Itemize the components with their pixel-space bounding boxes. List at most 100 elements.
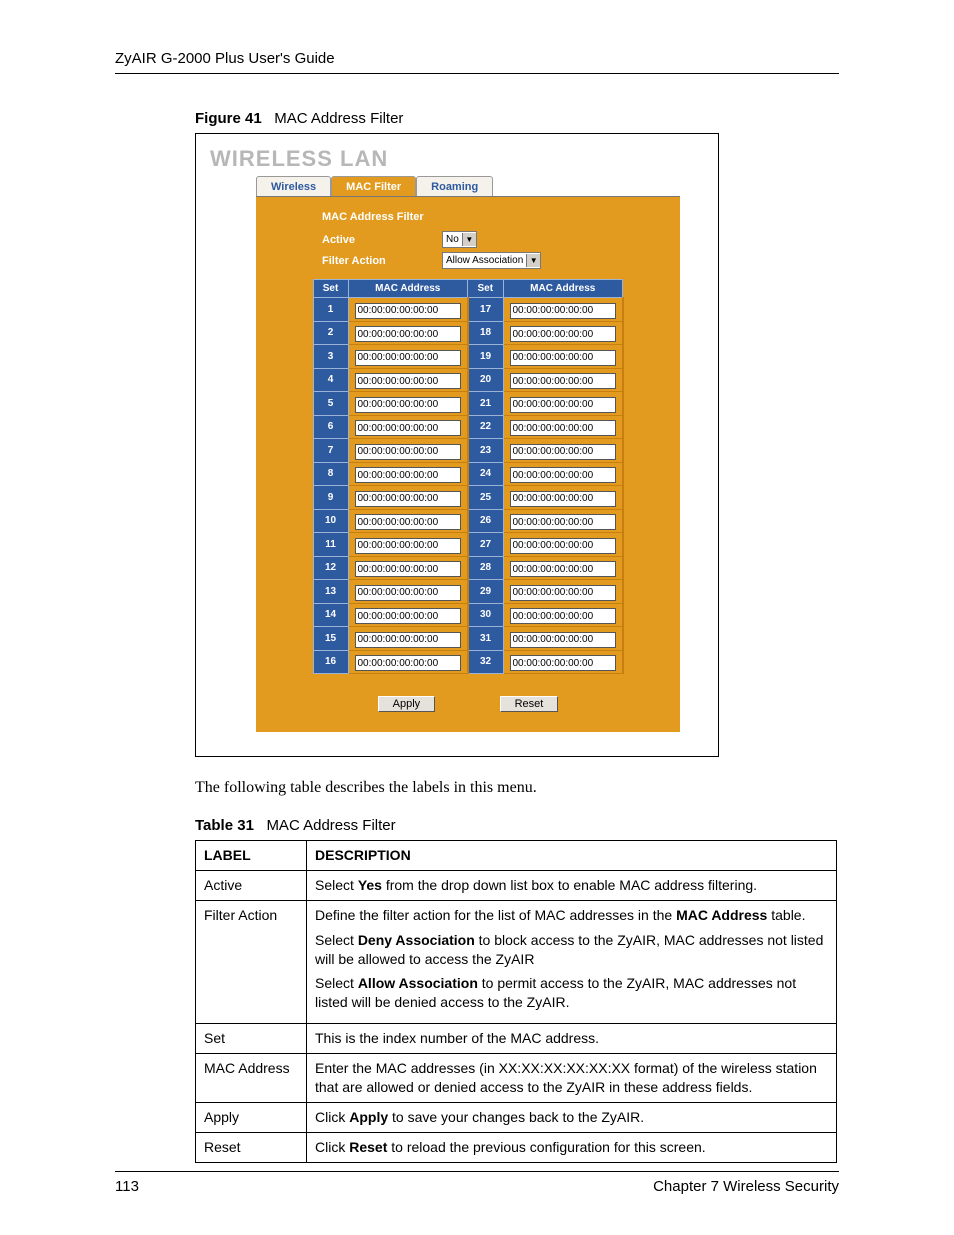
mac-cell <box>503 462 623 486</box>
row-label: MAC Address <box>196 1054 307 1103</box>
mac-address-input[interactable] <box>355 608 461 624</box>
set-index: 6 <box>313 415 348 439</box>
mac-cell <box>503 415 623 439</box>
chapter-title: Chapter 7 Wireless Security <box>653 1178 839 1195</box>
mac-address-input[interactable] <box>510 608 616 624</box>
set-index: 29 <box>468 580 504 604</box>
footer: 113 Chapter 7 Wireless Security <box>115 1171 839 1195</box>
row-desc: Enter the MAC addresses (in XX:XX:XX:XX:… <box>307 1054 837 1103</box>
mac-address-input[interactable] <box>510 491 616 507</box>
set-index: 10 <box>313 509 348 533</box>
th-set: Set <box>468 280 504 298</box>
mac-address-input[interactable] <box>355 397 461 413</box>
row-desc: Select Yes from the drop down list box t… <box>307 870 837 900</box>
set-index: 26 <box>468 509 504 533</box>
table-label: Table 31 <box>195 817 254 834</box>
mac-address-input[interactable] <box>510 444 616 460</box>
mac-address-input[interactable] <box>355 655 461 671</box>
mac-address-input[interactable] <box>355 467 461 483</box>
filter-action-select[interactable]: Allow Association ▼ <box>442 252 541 269</box>
figure-caption: Figure 41 MAC Address Filter <box>195 110 839 127</box>
table-row: 319 <box>313 345 623 369</box>
mac-address-input[interactable] <box>355 538 461 554</box>
set-index: 15 <box>313 627 348 651</box>
mac-address-input[interactable] <box>355 373 461 389</box>
reset-button[interactable]: Reset <box>500 696 559 712</box>
mac-address-input[interactable] <box>355 303 461 319</box>
mac-address-input[interactable] <box>510 326 616 342</box>
mac-address-input[interactable] <box>510 373 616 389</box>
mac-cell <box>503 556 623 580</box>
tab-mac-filter[interactable]: MAC Filter <box>331 176 416 196</box>
mac-address-input[interactable] <box>510 514 616 530</box>
set-index: 23 <box>468 439 504 463</box>
table-row: 824 <box>313 462 623 486</box>
tab-bar: Wireless MAC Filter Roaming <box>256 176 680 197</box>
table-row: 10 26 <box>313 509 623 533</box>
set-index: 28 <box>468 556 504 580</box>
mac-filter-panel: MAC Address Filter Active No ▼ Filter Ac… <box>256 197 680 732</box>
th-label: LABEL <box>196 841 307 871</box>
table-row: 723 <box>313 439 623 463</box>
mac-cell <box>503 439 623 463</box>
page-number: 113 <box>115 1178 139 1195</box>
figure-label: Figure 41 <box>195 110 262 127</box>
mac-address-input[interactable] <box>510 397 616 413</box>
mac-cell <box>348 580 468 604</box>
mac-cell <box>348 650 468 674</box>
mac-address-input[interactable] <box>510 350 616 366</box>
panel-section-title: MAC Address Filter <box>322 211 664 223</box>
mac-address-input[interactable] <box>510 655 616 671</box>
table-row: 925 <box>313 486 623 510</box>
mac-address-input[interactable] <box>355 350 461 366</box>
mac-address-input[interactable] <box>355 632 461 648</box>
mac-address-input[interactable] <box>355 561 461 577</box>
table-row: 117 <box>313 298 623 322</box>
mac-address-input[interactable] <box>510 538 616 554</box>
mac-address-input[interactable] <box>355 326 461 342</box>
mac-address-input[interactable] <box>510 632 616 648</box>
mac-address-input[interactable] <box>355 420 461 436</box>
mac-cell <box>503 603 623 627</box>
mac-cell <box>348 345 468 369</box>
filter-action-label: Filter Action <box>322 255 442 267</box>
row-label: Active <box>196 870 307 900</box>
mac-address-input[interactable] <box>355 491 461 507</box>
mac-cell <box>348 392 468 416</box>
set-index: 8 <box>313 462 348 486</box>
set-index: 21 <box>468 392 504 416</box>
mac-cell <box>503 580 623 604</box>
table-row: 1127 <box>313 533 623 557</box>
mac-cell <box>503 321 623 345</box>
mac-address-input[interactable] <box>355 444 461 460</box>
mac-address-input[interactable] <box>510 303 616 319</box>
mac-address-input[interactable] <box>355 514 461 530</box>
table-row: 4 20 <box>313 368 623 392</box>
mac-cell <box>348 603 468 627</box>
set-index: 22 <box>468 415 504 439</box>
apply-button[interactable]: Apply <box>378 696 436 712</box>
filter-action-select-value: Allow Association <box>446 255 523 266</box>
table-row: 1531 <box>313 627 623 651</box>
tab-roaming[interactable]: Roaming <box>416 176 493 196</box>
mac-address-input[interactable] <box>510 585 616 601</box>
mac-cell <box>503 627 623 651</box>
set-index: 4 <box>313 368 348 392</box>
mac-address-input[interactable] <box>510 561 616 577</box>
mac-address-input[interactable] <box>510 467 616 483</box>
row-label: Set <box>196 1024 307 1054</box>
th-set: Set <box>313 280 348 298</box>
set-index: 31 <box>468 627 504 651</box>
set-index: 1 <box>313 298 348 322</box>
active-select[interactable]: No ▼ <box>442 231 477 248</box>
set-index: 20 <box>468 368 504 392</box>
set-index: 16 <box>313 650 348 674</box>
tab-wireless[interactable]: Wireless <box>256 176 331 196</box>
mac-cell <box>348 486 468 510</box>
mac-address-input[interactable] <box>510 420 616 436</box>
row-label: Filter Action <box>196 900 307 1023</box>
mac-address-input[interactable] <box>355 585 461 601</box>
mac-cell <box>503 368 623 392</box>
active-label: Active <box>322 234 442 246</box>
table-row: 1430 <box>313 603 623 627</box>
